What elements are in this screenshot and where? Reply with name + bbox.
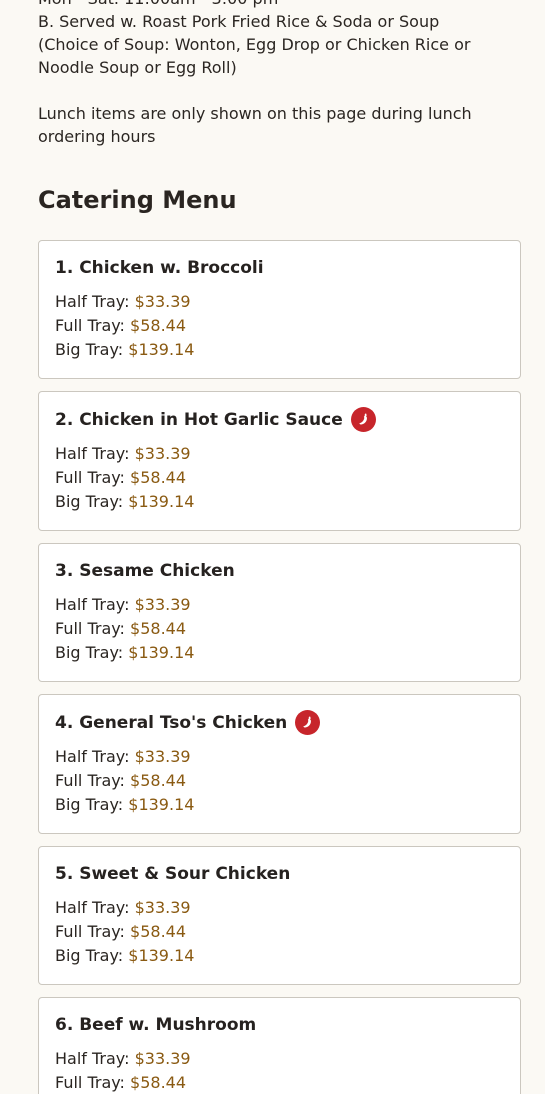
big-tray-price-row: Big Tray: $139.14: [55, 641, 504, 665]
menu-item-title-row: 3. Sesame Chicken: [55, 559, 504, 583]
full-tray-price-row: Full Tray: $58.44: [55, 466, 504, 490]
half-tray-label: Half Tray:: [55, 595, 130, 614]
menu-item-card[interactable]: 1. Chicken w. Broccoli Half Tray: $33.39…: [38, 240, 521, 379]
big-tray-price-row: Big Tray: $139.14: [55, 338, 504, 362]
half-tray-price-row: Half Tray: $33.39: [55, 593, 504, 617]
full-tray-price: $58.44: [130, 619, 187, 638]
big-tray-label: Big Tray:: [55, 492, 124, 511]
full-tray-price-row: Full Tray: $58.44: [55, 920, 504, 944]
menu-page: Mon - Sat. 11:00am - 3:00 pm B. Served w…: [0, 0, 545, 1094]
menu-item-title-row: 1. Chicken w. Broccoli: [55, 256, 504, 280]
big-tray-price-row: Big Tray: $139.14: [55, 944, 504, 968]
full-tray-price-row: Full Tray: $58.44: [55, 769, 504, 793]
full-tray-label: Full Tray:: [55, 771, 125, 790]
big-tray-price: $139.14: [128, 643, 195, 662]
menu-item-title[interactable]: 1. Chicken w. Broccoli: [55, 256, 264, 280]
full-tray-label: Full Tray:: [55, 468, 125, 487]
menu-item-title[interactable]: 5. Sweet & Sour Chicken: [55, 862, 290, 886]
big-tray-label: Big Tray:: [55, 340, 124, 359]
full-tray-price-row: Full Tray: $58.44: [55, 617, 504, 641]
full-tray-label: Full Tray:: [55, 1073, 125, 1092]
full-tray-price: $58.44: [130, 922, 187, 941]
half-tray-price-row: Half Tray: $33.39: [55, 442, 504, 466]
half-tray-price: $33.39: [134, 747, 191, 766]
half-tray-price: $33.39: [134, 292, 191, 311]
half-tray-label: Half Tray:: [55, 444, 130, 463]
full-tray-label: Full Tray:: [55, 316, 125, 335]
half-tray-price: $33.39: [134, 595, 191, 614]
half-tray-price-row: Half Tray: $33.39: [55, 896, 504, 920]
menu-item-title-row: 2. Chicken in Hot Garlic Sauce: [55, 407, 504, 432]
half-tray-price-row: Half Tray: $33.39: [55, 290, 504, 314]
big-tray-price: $139.14: [128, 946, 195, 965]
big-tray-price: $139.14: [128, 795, 195, 814]
menu-item-title[interactable]: 6. Beef w. Mushroom: [55, 1013, 256, 1037]
full-tray-label: Full Tray:: [55, 922, 125, 941]
lunch-hours: Mon - Sat. 11:00am - 3:00 pm: [38, 0, 521, 10]
full-tray-price: $58.44: [130, 468, 187, 487]
full-tray-price: $58.44: [130, 771, 187, 790]
menu-item-card[interactable]: 2. Chicken in Hot Garlic Sauce Half Tray…: [38, 391, 521, 531]
big-tray-price: $139.14: [128, 340, 195, 359]
full-tray-price-row: Full Tray: $58.44: [55, 314, 504, 338]
menu-item-title-row: 4. General Tso's Chicken: [55, 710, 504, 735]
menu-item-card[interactable]: 4. General Tso's Chicken Half Tray: $33.…: [38, 694, 521, 834]
half-tray-price: $33.39: [134, 1049, 191, 1068]
half-tray-price: $33.39: [134, 898, 191, 917]
menu-item-title-row: 5. Sweet & Sour Chicken: [55, 862, 504, 886]
big-tray-label: Big Tray:: [55, 946, 124, 965]
big-tray-price-row: Big Tray: $139.14: [55, 793, 504, 817]
menu-item-title-row: 6. Beef w. Mushroom: [55, 1013, 504, 1037]
chili-pepper-icon: [295, 710, 321, 735]
catering-menu-title: Catering Menu: [38, 186, 237, 214]
big-tray-price-row: Big Tray: $139.14: [55, 490, 504, 514]
big-tray-price: $139.14: [128, 492, 195, 511]
half-tray-label: Half Tray:: [55, 747, 130, 766]
lunch-notice: Lunch items are only shown on this page …: [38, 104, 472, 146]
half-tray-label: Half Tray:: [55, 898, 130, 917]
menu-item-card[interactable]: 3. Sesame Chicken Half Tray: $33.39 Full…: [38, 543, 521, 682]
full-tray-price: $58.44: [130, 1073, 187, 1092]
lunch-served-with: B. Served w. Roast Pork Fried Rice & Sod…: [38, 12, 440, 31]
menu-item-title[interactable]: 3. Sesame Chicken: [55, 559, 235, 583]
menu-item-title[interactable]: 4. General Tso's Chicken: [55, 711, 287, 735]
half-tray-price-row: Half Tray: $33.39: [55, 745, 504, 769]
catering-menu-list: 1. Chicken w. Broccoli Half Tray: $33.39…: [38, 240, 521, 1094]
chili-pepper-icon: [350, 407, 376, 432]
full-tray-label: Full Tray:: [55, 619, 125, 638]
full-tray-price-row: Full Tray: $58.44: [55, 1071, 504, 1094]
big-tray-label: Big Tray:: [55, 795, 124, 814]
menu-item-card[interactable]: 5. Sweet & Sour Chicken Half Tray: $33.3…: [38, 846, 521, 985]
menu-content: Mon - Sat. 11:00am - 3:00 pm B. Served w…: [38, 0, 521, 1094]
half-tray-label: Half Tray:: [55, 292, 130, 311]
half-tray-label: Half Tray:: [55, 1049, 130, 1068]
full-tray-price: $58.44: [130, 316, 187, 335]
big-tray-label: Big Tray:: [55, 643, 124, 662]
half-tray-price: $33.39: [134, 444, 191, 463]
menu-item-card[interactable]: 6. Beef w. Mushroom Half Tray: $33.39 Fu…: [38, 997, 521, 1094]
lunch-soup-choice: (Choice of Soup: Wonton, Egg Drop or Chi…: [38, 35, 471, 77]
half-tray-price-row: Half Tray: $33.39: [55, 1047, 504, 1071]
menu-item-title[interactable]: 2. Chicken in Hot Garlic Sauce: [55, 408, 343, 432]
